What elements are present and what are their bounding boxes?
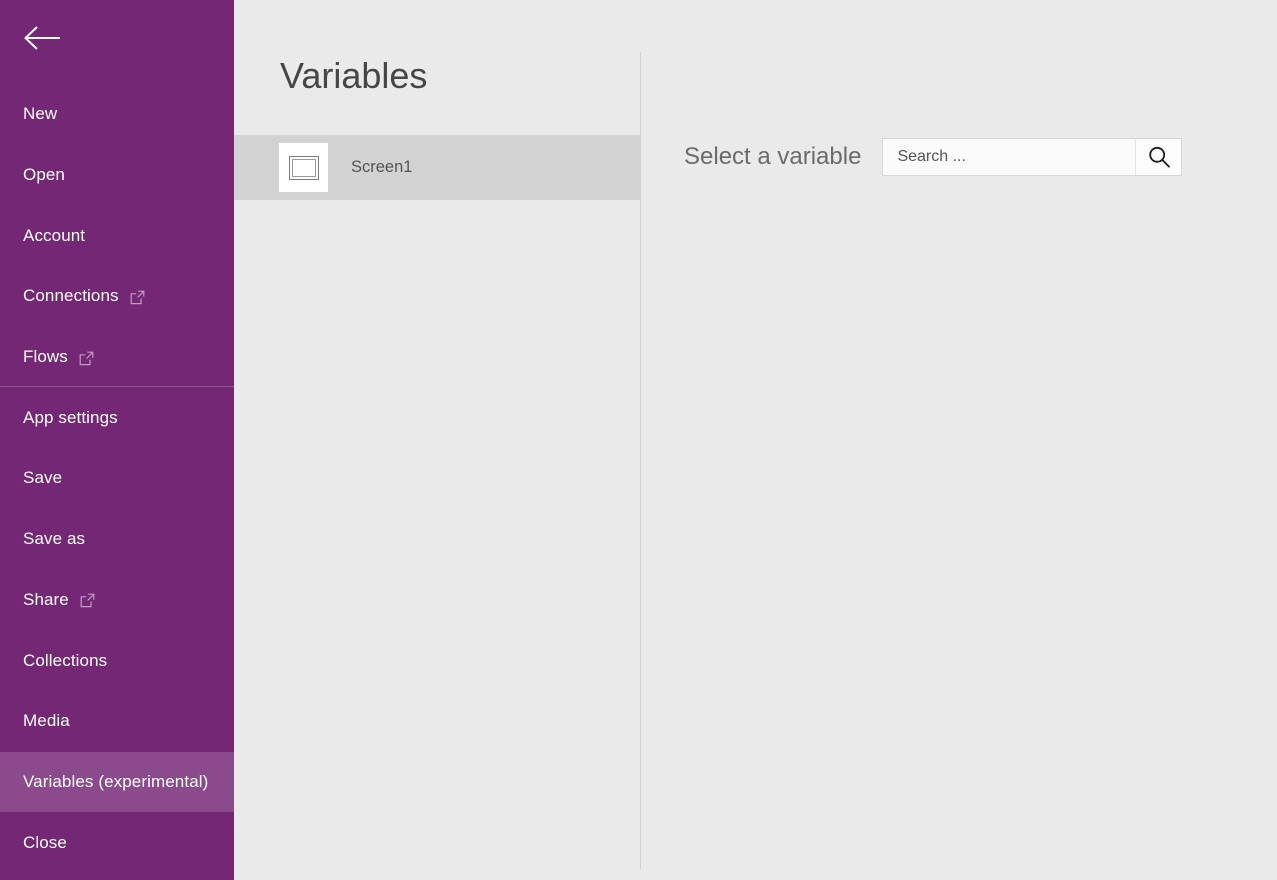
sidebar-item-account[interactable]: Account [0,205,234,266]
sidebar-item-media[interactable]: Media [0,691,234,752]
sidebar-item-label: Flows [23,347,68,367]
sidebar-item-label: Close [23,832,67,852]
external-link-icon [79,351,94,366]
sidebar-item-close[interactable]: Close [0,812,234,873]
sidebar-item-label: Account [23,225,86,245]
variables-detail-pane: Select a variable RunningTotalNumber1234 [641,0,1277,880]
page-title: Variables [280,55,428,96]
screen-name-label: Screen1 [351,158,413,176]
sidebar-item-save[interactable]: Save [0,448,234,509]
sidebar-item-connections[interactable]: Connections [0,266,234,327]
sidebar-item-variables-experimental[interactable]: Variables (experimental) [0,751,234,813]
search-button[interactable] [1135,139,1182,175]
left-navigation-sidebar: New Open Account Connections Flows App settin… [0,0,234,880]
sidebar-item-label: Connections [23,286,119,306]
detail-header: Select a variable [684,137,1210,177]
sidebar-item-app-settings[interactable]: App settings [0,387,234,448]
screens-pane: Variables Screen1 [234,0,640,880]
sidebar-item-new[interactable]: New [0,84,234,145]
back-arrow-icon [22,24,62,52]
sidebar-item-label: Save as [23,529,86,549]
screen-list: Screen1 [234,135,640,200]
screen-thumbnail-icon [279,143,328,192]
sidebar-item-label: Collections [23,650,108,670]
sidebar-item-label: App settings [23,407,118,427]
sidebar-item-share[interactable]: Share [0,570,234,631]
external-link-icon [130,290,145,305]
sidebar-item-collections[interactable]: Collections [0,630,234,691]
sidebar-item-label: Media [23,711,70,731]
sidebar-item-label: Open [23,165,65,185]
sidebar-item-flows[interactable]: Flows [0,327,234,388]
select-a-variable-label: Select a variable [684,143,862,170]
external-link-icon [80,593,95,608]
search-icon [1147,145,1171,169]
sidebar-item-label: Save [23,468,63,488]
sidebar-item-open[interactable]: Open [0,145,234,206]
back-button[interactable] [0,0,234,76]
sidebar-item-label: Share [23,589,69,609]
sidebar-item-save-as[interactable]: Save as [0,509,234,570]
screen-list-item[interactable]: Screen1 [234,135,640,200]
sidebar-item-label: Variables (experimental) [23,771,209,791]
search-box[interactable] [882,138,1183,176]
sidebar-menu: New Open Account Connections Flows App settin… [0,84,234,873]
sidebar-item-label: New [23,104,58,124]
search-input[interactable] [883,139,1134,175]
